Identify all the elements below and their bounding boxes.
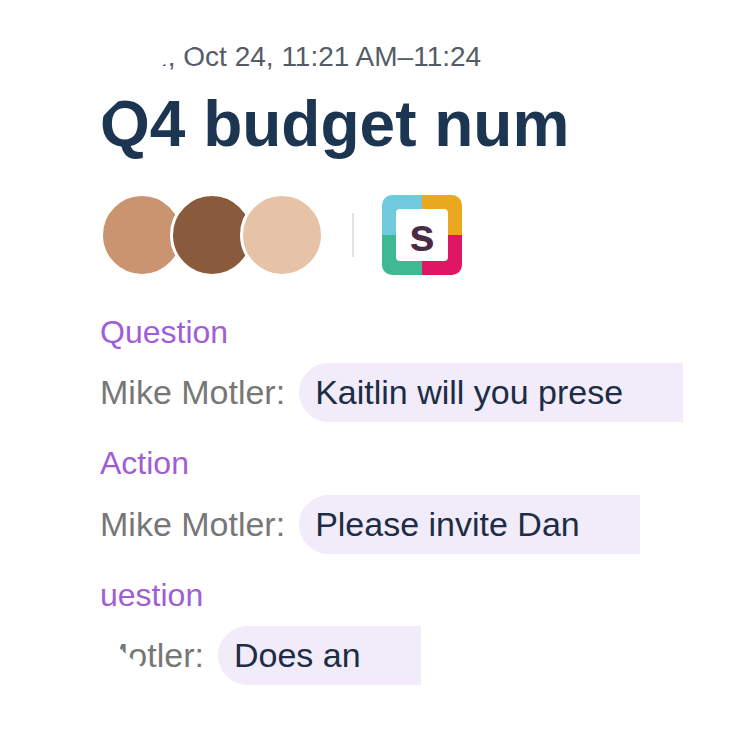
message-bubble[interactable]: Kaitlin will you prese — [299, 363, 683, 422]
speaker: Motler: — [100, 630, 204, 681]
meeting-title: Q4 budget num — [100, 86, 748, 163]
participant-avatar[interactable] — [240, 193, 324, 277]
speaker: Mike Motler: — [100, 499, 285, 550]
item-label: uestion — [100, 576, 748, 614]
question-item: Question Mike Motler: Kaitlin will you pre… — [100, 313, 748, 422]
speaker: Mike Motler: — [100, 367, 285, 418]
item-label: Action — [100, 444, 748, 482]
meeting-time: ., Oct 24, 11:21 AM–11:24 — [100, 36, 748, 78]
slack-logo-icon[interactable]: s — [382, 195, 462, 275]
action-item: Action Mike Motler: Please invite Dan — [100, 444, 748, 553]
message-bubble[interactable]: Please invite Dan — [299, 495, 640, 554]
message-bubble[interactable]: Does an — [218, 626, 421, 685]
question-item: uestion Motler: Does an — [100, 576, 748, 685]
circle-frame: ., Oct 24, 11:21 AM–11:24 Q4 budget num sQ… — [0, 0, 748, 748]
items-list: Question Mike Motler: Kaitlin will you pre… — [100, 313, 748, 685]
separator — [352, 213, 354, 257]
participants-row: s — [100, 193, 748, 277]
page: ., Oct 24, 11:21 AM–11:24 Q4 budget num sQ… — [0, 0, 748, 748]
item-label: Question — [100, 313, 748, 351]
